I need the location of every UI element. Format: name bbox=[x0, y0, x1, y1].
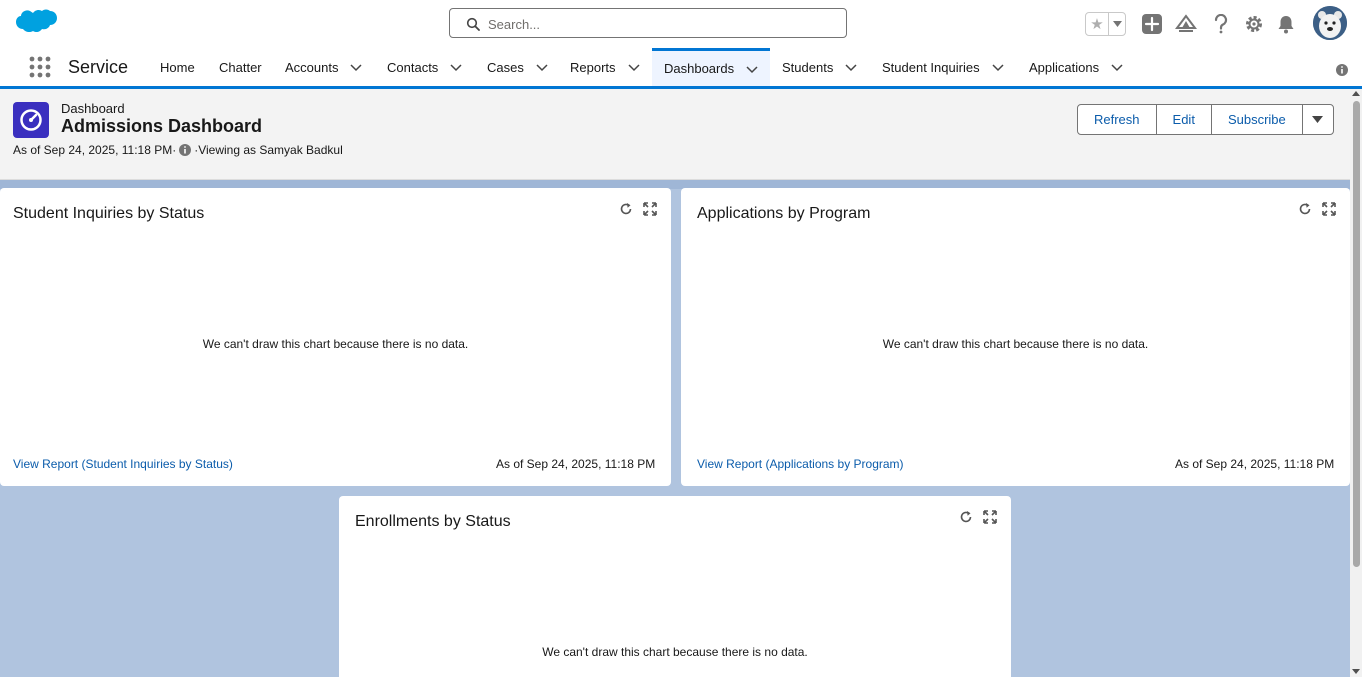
nav-tab-label: Accounts bbox=[285, 59, 339, 75]
chevron-down-icon[interactable] bbox=[628, 61, 640, 73]
view-report-link[interactable]: View Report (Applications by Program) bbox=[697, 457, 904, 471]
nav-tab-accounts[interactable]: Accounts bbox=[285, 48, 363, 86]
dashboard-as-of: As of Sep 24, 2025, 11:18 PM· bbox=[13, 143, 177, 157]
favorites-star-icon[interactable]: ★ bbox=[1086, 13, 1108, 35]
global-search[interactable] bbox=[449, 8, 847, 38]
trailhead-icon[interactable] bbox=[1175, 13, 1197, 35]
notifications-bell-icon[interactable] bbox=[1275, 13, 1297, 35]
widget-title: Applications by Program bbox=[697, 205, 871, 222]
info-icon[interactable] bbox=[178, 143, 192, 157]
dashboard-widget: Applications by Program We can't draw th… bbox=[681, 188, 1350, 486]
scroll-down-arrow-icon[interactable] bbox=[1352, 667, 1360, 675]
dashboard-icon bbox=[13, 102, 49, 138]
nav-tab-label: Home bbox=[160, 59, 195, 75]
chevron-down-icon bbox=[1312, 116, 1324, 123]
chevron-down-icon[interactable] bbox=[845, 61, 857, 73]
nav-tab-label: Applications bbox=[1029, 59, 1100, 75]
dashboard-canvas: Student Inquiries by Status We can't dra… bbox=[0, 180, 1350, 677]
record-type-label: Dashboard bbox=[61, 101, 125, 116]
widget-as-of: As of Sep 24, 2025, 11:18 PM bbox=[1175, 457, 1335, 471]
nav-tab-chatter[interactable]: Chatter bbox=[219, 48, 262, 86]
scrollbar-thumb[interactable] bbox=[1353, 101, 1360, 567]
nav-tab-label: Chatter bbox=[219, 59, 262, 75]
dashboard-header: Dashboard Admissions Dashboard As of Sep… bbox=[0, 89, 1350, 180]
dashboard-meta: As of Sep 24, 2025, 11:18 PM· ·Viewing a… bbox=[13, 143, 343, 157]
nav-tab-label: Cases bbox=[487, 59, 524, 75]
nav-tab-label: Student Inquiries bbox=[882, 59, 980, 75]
nav-tab-students[interactable]: Students bbox=[782, 48, 857, 86]
dashboard-actions: Refresh Edit Subscribe bbox=[1077, 104, 1334, 135]
view-report-link[interactable]: View Report (Student Inquiries by Status… bbox=[13, 457, 233, 471]
favorites-group: ★ bbox=[1085, 12, 1126, 36]
nav-tab-cases[interactable]: Cases bbox=[487, 48, 548, 86]
info-icon[interactable] bbox=[1335, 63, 1349, 77]
salesforce-cloud-logo[interactable] bbox=[16, 9, 58, 39]
widget-as-of: As of Sep 24, 2025, 11:18 PM bbox=[496, 457, 656, 471]
viewing-as: ·Viewing as Samyak Badkul bbox=[194, 143, 343, 157]
chevron-down-icon[interactable] bbox=[536, 61, 548, 73]
nav-tab-label: Reports bbox=[570, 59, 616, 75]
more-actions-button[interactable] bbox=[1301, 104, 1334, 135]
expand-icon[interactable] bbox=[643, 202, 657, 216]
scroll-up-arrow-icon[interactable] bbox=[1352, 90, 1360, 98]
refresh-button[interactable]: Refresh bbox=[1077, 104, 1157, 135]
widget-title: Student Inquiries by Status bbox=[13, 205, 205, 222]
nav-tab-label: Dashboards bbox=[664, 61, 735, 76]
nav-tab-label: Students bbox=[782, 59, 834, 75]
favorites-menu-button[interactable] bbox=[1108, 13, 1126, 35]
global-add-icon[interactable] bbox=[1141, 13, 1163, 35]
app-name: Service bbox=[68, 57, 129, 77]
refresh-icon[interactable] bbox=[619, 202, 633, 216]
global-header: ★ bbox=[0, 0, 1362, 48]
nav-tab-student-inquiries[interactable]: Student Inquiries bbox=[882, 48, 1004, 86]
dashboard-widget: Student Inquiries by Status We can't dra… bbox=[0, 188, 671, 486]
nav-tab-dashboards[interactable]: Dashboards bbox=[652, 48, 770, 86]
refresh-icon[interactable] bbox=[1298, 202, 1312, 216]
no-data-message: We can't draw this chart because there i… bbox=[542, 645, 808, 659]
no-data-message: We can't draw this chart because there i… bbox=[202, 337, 469, 351]
nav-tab-contacts[interactable]: Contacts bbox=[387, 48, 462, 86]
chevron-down-icon[interactable] bbox=[1111, 61, 1123, 73]
dashboard-widget: Enrollments by Status We can't draw this… bbox=[339, 496, 1011, 677]
app-launcher-icon[interactable] bbox=[29, 56, 51, 78]
edit-button[interactable]: Edit bbox=[1155, 104, 1212, 135]
nav-tab-label: Contacts bbox=[387, 59, 439, 75]
subscribe-button[interactable]: Subscribe bbox=[1210, 104, 1303, 135]
page-title: Admissions Dashboard bbox=[61, 116, 263, 136]
nav-tab-applications[interactable]: Applications bbox=[1029, 48, 1123, 86]
setup-gear-icon[interactable] bbox=[1243, 13, 1265, 35]
help-icon[interactable] bbox=[1210, 13, 1232, 35]
nav-tab-reports[interactable]: Reports bbox=[570, 48, 640, 86]
expand-icon[interactable] bbox=[1322, 202, 1336, 216]
chevron-down-icon[interactable] bbox=[350, 61, 363, 73]
nav-tab-home[interactable]: Home bbox=[160, 48, 195, 86]
no-data-message: We can't draw this chart because there i… bbox=[882, 337, 1149, 351]
widget-title: Enrollments by Status bbox=[355, 513, 511, 530]
chevron-down-icon[interactable] bbox=[992, 61, 1004, 73]
search-icon bbox=[466, 17, 480, 31]
app-navigation-bar: Service Home Chatter Accounts Contacts C… bbox=[0, 48, 1362, 89]
expand-icon[interactable] bbox=[983, 510, 997, 524]
refresh-icon[interactable] bbox=[959, 510, 973, 524]
user-avatar[interactable] bbox=[1313, 6, 1347, 40]
chevron-down-icon bbox=[1113, 21, 1122, 27]
chevron-down-icon[interactable] bbox=[450, 61, 462, 73]
chevron-down-icon[interactable] bbox=[746, 63, 758, 75]
page-scrollbar[interactable] bbox=[1350, 89, 1362, 677]
search-input[interactable] bbox=[486, 13, 830, 35]
